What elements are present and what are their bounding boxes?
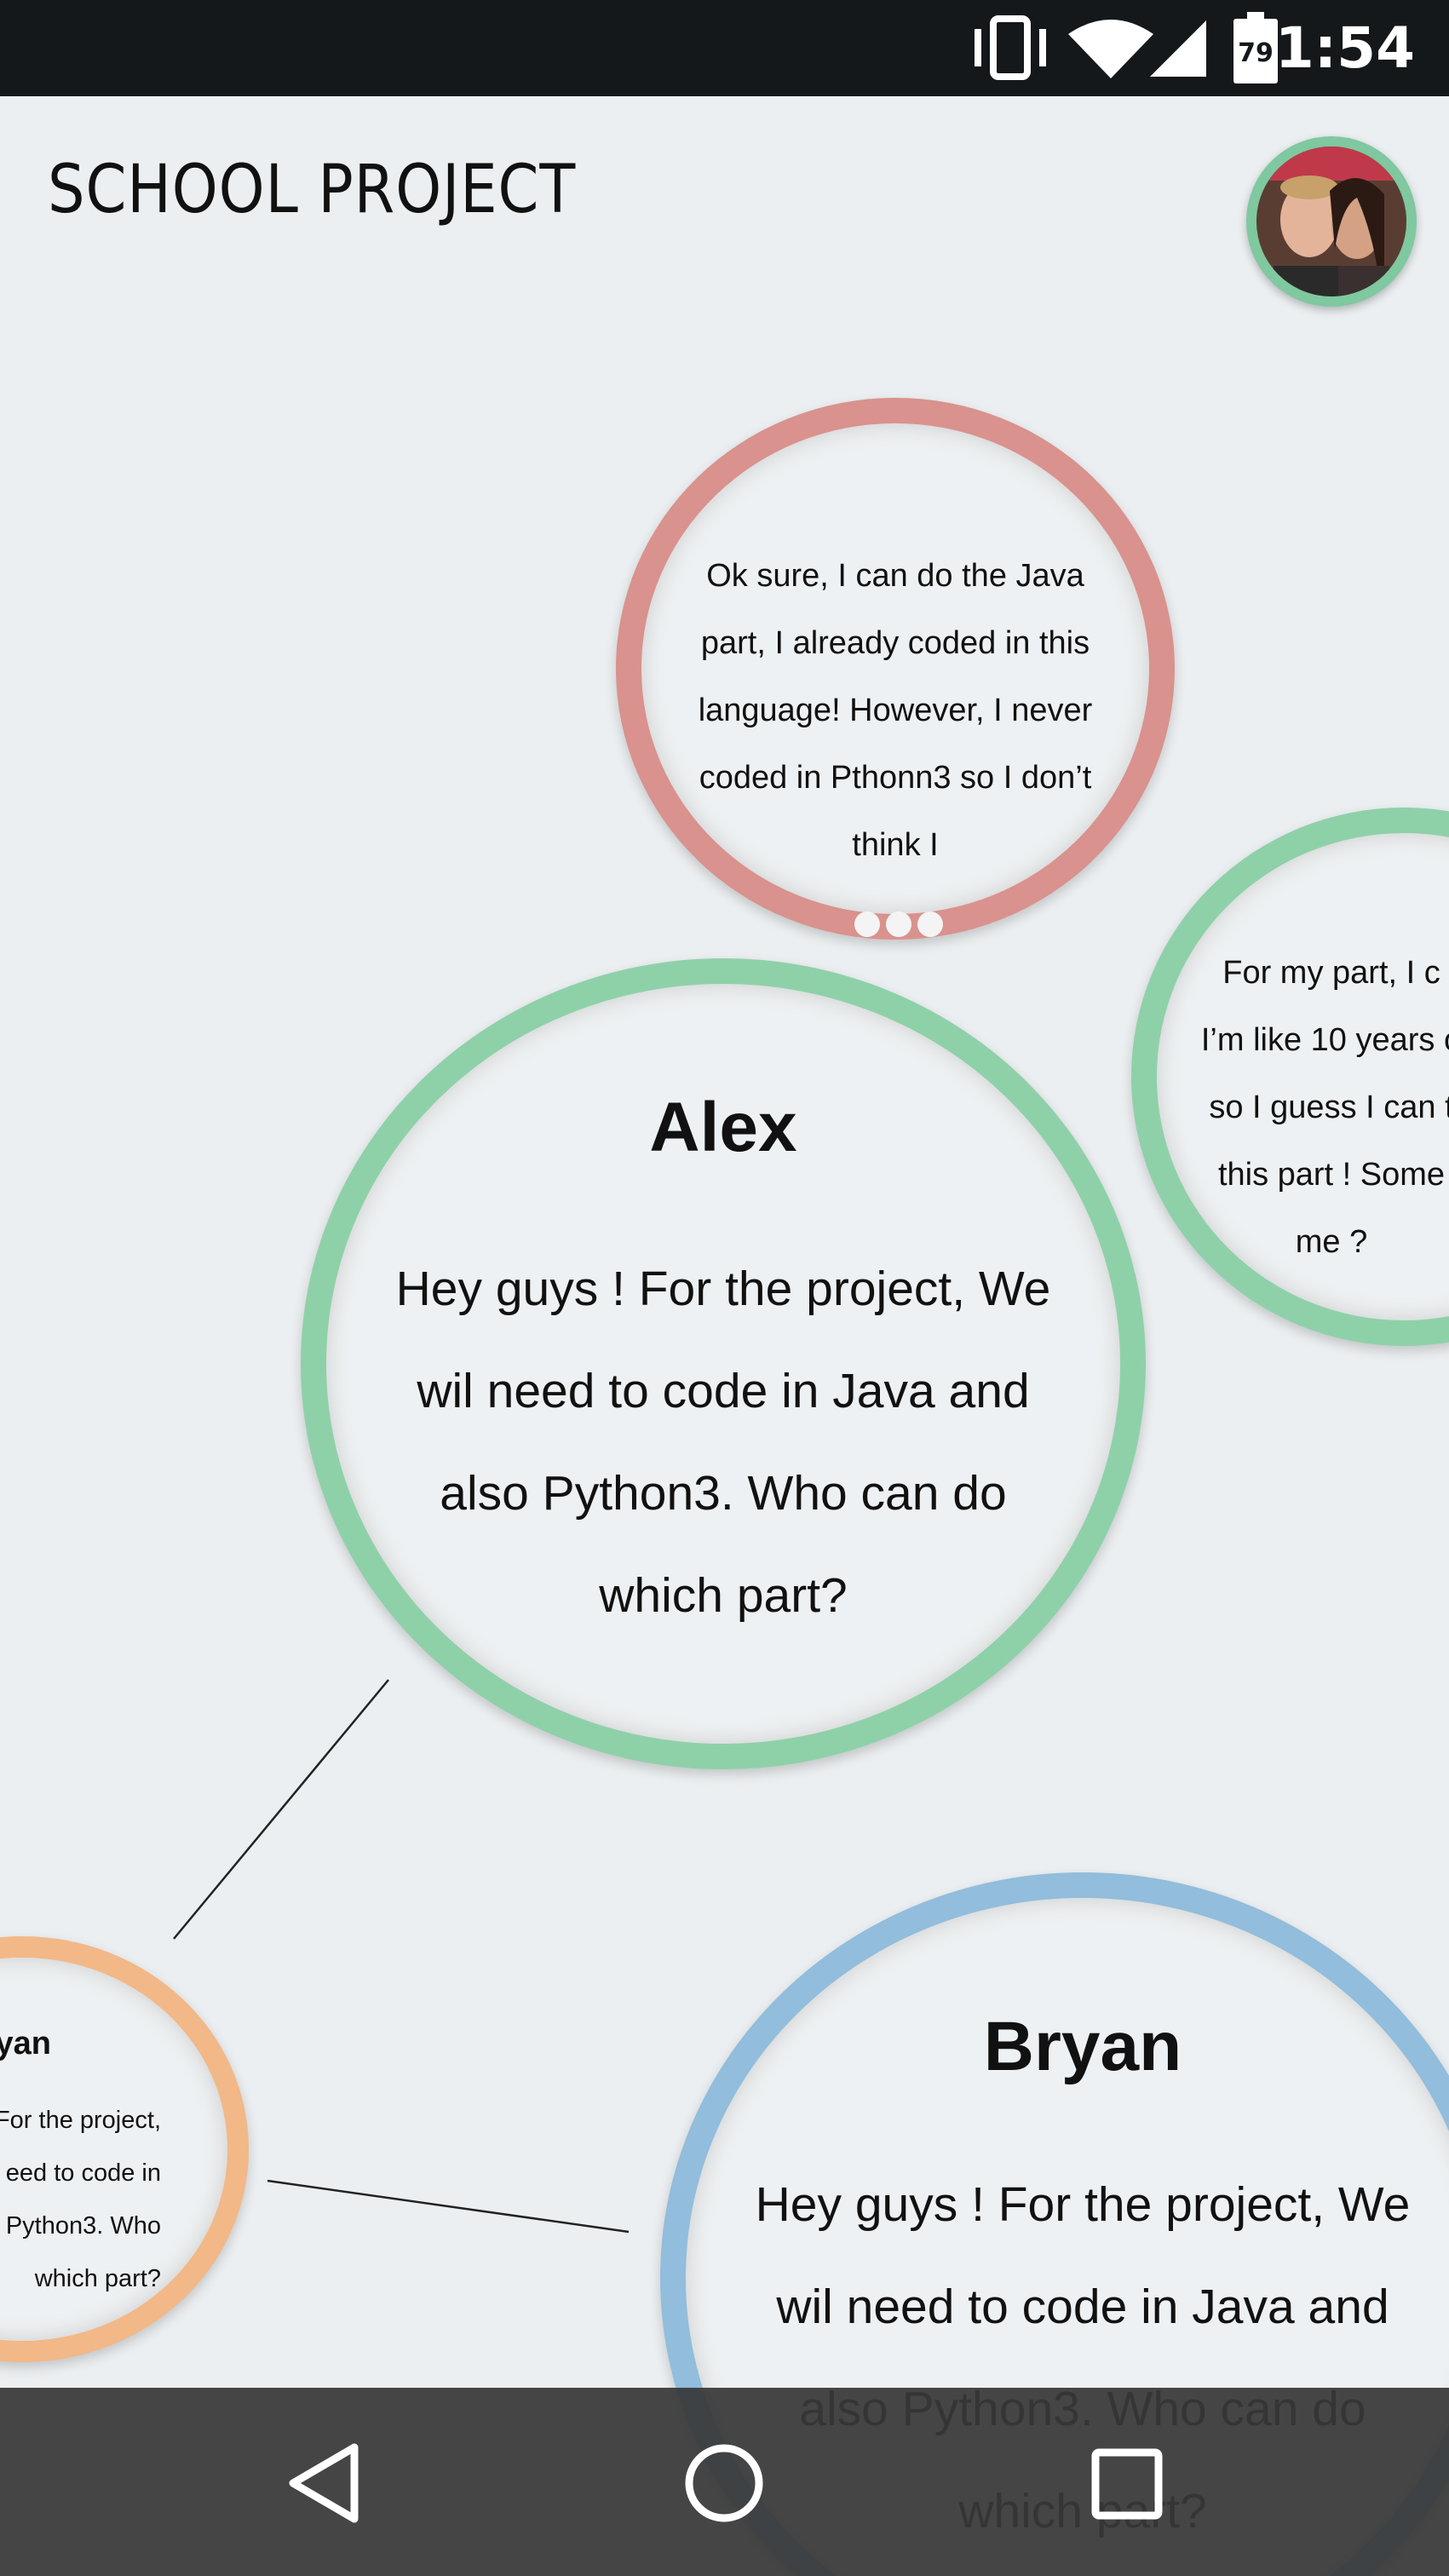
connector-alex-to-bryan xyxy=(173,1679,389,1940)
message-bubble-reply-red[interactable]: Ok sure, I can do the Java part, I alrea… xyxy=(616,398,1175,940)
typing-dot xyxy=(886,911,911,937)
vibrate-icon xyxy=(975,15,1046,80)
message-bubble-alex[interactable]: Alex Hey guys ! For the project, We wil … xyxy=(301,958,1146,1769)
typing-dot xyxy=(917,911,943,937)
battery-level-text: 79 xyxy=(1238,38,1274,68)
status-bar: 79 1:54 xyxy=(0,0,1449,96)
back-icon[interactable] xyxy=(283,2441,365,2526)
connector-bryan-small-to-bryan xyxy=(267,2179,630,2234)
sender-name: Bryan xyxy=(0,2026,51,2061)
screen: 79 1:54 SCHOOL PROJECT Ok sure, I can do… xyxy=(0,0,1449,2576)
message-bubble-bryan-small[interactable]: Bryan For the project, eed to code in so… xyxy=(0,1936,249,2362)
recents-icon[interactable] xyxy=(1090,2447,1164,2521)
avatar-photo xyxy=(1256,147,1406,296)
message-text: For my part, I c I’m like 10 years o so … xyxy=(1200,955,1449,1260)
sender-name: Bryan xyxy=(983,2008,1182,2085)
cell-signal-icon xyxy=(1150,20,1206,77)
wifi-icon xyxy=(1068,20,1153,78)
message-bubble-reply-green[interactable]: For my part, I c I’m like 10 years o so … xyxy=(1131,808,1449,1346)
message-text: Hey guys ! For the project, We wil need … xyxy=(395,1262,1051,1623)
message-text: For the project, eed to code in so Pytho… xyxy=(0,2107,161,2292)
status-time: 1:54 xyxy=(1274,15,1415,81)
message-text: Ok sure, I can do the Java part, I alrea… xyxy=(698,558,1093,863)
navigation-bar xyxy=(0,2388,1449,2576)
typing-dot xyxy=(854,911,880,937)
typing-indicator xyxy=(853,910,946,939)
sender-name: Alex xyxy=(649,1089,797,1166)
battery-icon: 79 xyxy=(1233,12,1278,83)
page-title: SCHOOL PROJECT xyxy=(48,152,577,228)
profile-avatar[interactable] xyxy=(1246,136,1417,307)
home-icon[interactable] xyxy=(681,2441,767,2526)
